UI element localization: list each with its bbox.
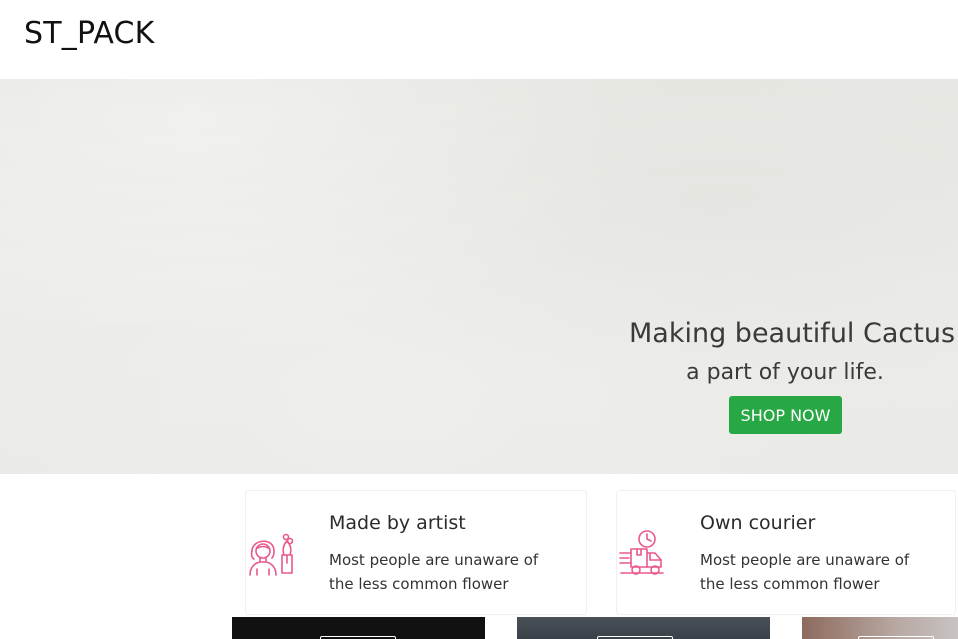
page: ST_PACK Making beautiful Cactus a part o… xyxy=(0,0,958,639)
product-card-image[interactable] xyxy=(517,617,770,639)
brand-logo-link[interactable]: ST_PACK xyxy=(24,16,155,51)
feature-description-line: Most people are unaware of xyxy=(329,551,539,569)
courier-delivery-icon xyxy=(619,530,664,575)
site-header: ST_PACK xyxy=(0,0,958,79)
feature-description-line: the less common flower xyxy=(329,575,509,593)
feature-title: Own courier xyxy=(700,512,816,534)
feature-description-line: the less common flower xyxy=(700,575,880,593)
feature-description: Most people are unaware of the less comm… xyxy=(700,548,940,596)
hero-subheading: a part of your life. xyxy=(686,360,884,385)
feature-title: Made by artist xyxy=(329,512,466,534)
feature-card-own-courier: Own courier Most people are unaware of t… xyxy=(616,490,956,615)
product-card-image[interactable] xyxy=(232,617,485,639)
feature-description: Most people are unaware of the less comm… xyxy=(329,548,569,596)
hero-heading: Making beautiful Cactus xyxy=(629,318,956,349)
hero-banner: Making beautiful Cactus a part of your l… xyxy=(0,79,958,474)
feature-description-line: Most people are unaware of xyxy=(700,551,910,569)
feature-card-made-by-artist: Made by artist Most people are unaware o… xyxy=(245,490,587,615)
shop-now-button[interactable]: SHOP NOW xyxy=(729,396,842,434)
artist-with-flowers-icon xyxy=(249,533,294,576)
product-card-image[interactable] xyxy=(802,617,958,639)
